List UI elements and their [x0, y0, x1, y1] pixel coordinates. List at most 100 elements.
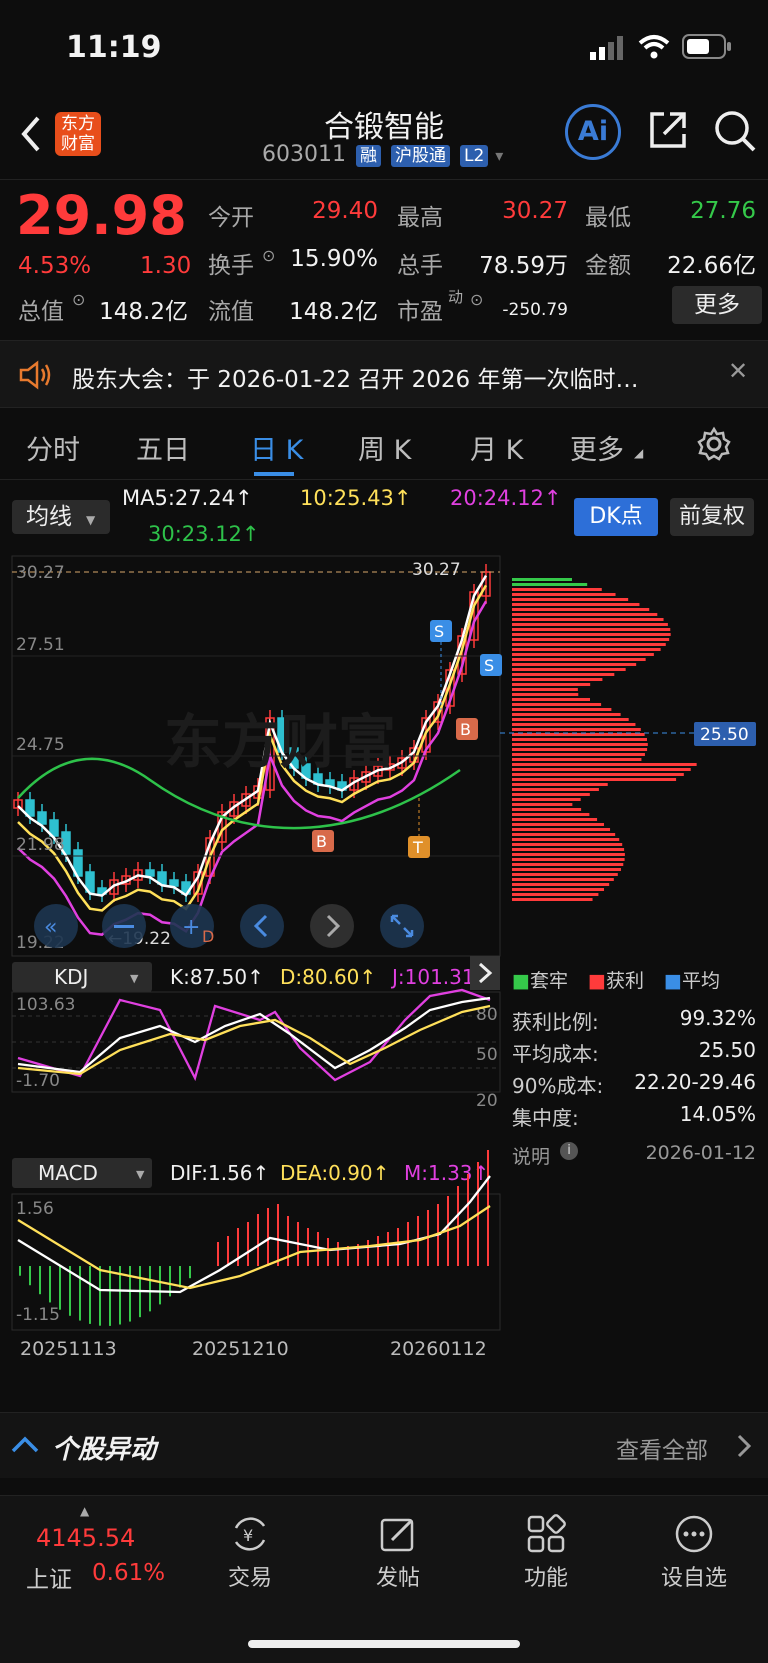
nav-trade[interactable]: 交易: [200, 1560, 300, 1592]
chip-bar: [512, 753, 645, 756]
candle: [37, 811, 47, 825]
fullscreen-button[interactable]: [380, 904, 424, 948]
chip-bar: [512, 718, 629, 721]
chip-bar: [512, 873, 618, 876]
status-time: 11:19: [66, 30, 162, 65]
chip-bar: [512, 798, 581, 801]
chip-bar: [512, 818, 598, 821]
adjust-button[interactable]: 前复权: [670, 498, 754, 536]
chip-bar: [512, 778, 677, 781]
tab-monthly[interactable]: 月 K: [470, 428, 523, 467]
period-tabs: 分时 五日 日 K 周 K 月 K 更多 ◢: [0, 410, 768, 480]
info-icon[interactable]: i: [560, 1142, 578, 1160]
tab-indicator: [254, 472, 294, 476]
float-label: 流值: [208, 299, 254, 325]
speaker-icon: [19, 360, 51, 390]
kdj-lines: [17, 988, 491, 1082]
tab-daily[interactable]: 日 K: [250, 428, 303, 467]
gear-icon[interactable]: [696, 426, 732, 462]
info-icon[interactable]: ⊙: [262, 246, 275, 265]
chip-bar: [512, 703, 602, 706]
svg-text:▼: ▼: [130, 972, 139, 985]
chip-bar: [512, 698, 591, 701]
ma20-value: 20:24.12↑: [450, 486, 562, 510]
low-value: 27.76: [690, 198, 756, 224]
nav-post[interactable]: 发帖: [348, 1560, 448, 1592]
tab-weekly[interactable]: 周 K: [358, 428, 411, 467]
macd-dea: DEA:0.90↑: [280, 1161, 389, 1185]
nav-function[interactable]: 功能: [496, 1560, 596, 1592]
high-value: 30.27: [502, 198, 568, 224]
more-dots-icon: [675, 1515, 713, 1553]
pe-value: -250.79: [502, 300, 568, 320]
svg-text:D: D: [202, 927, 214, 946]
chip-bar: [512, 788, 599, 791]
chip-bar: [512, 613, 658, 616]
index-name[interactable]: 上证: [26, 1560, 72, 1594]
expand-side-button[interactable]: [470, 956, 500, 990]
bottom-nav: ▲ 4145.54 上证 0.61% ¥ 交易 发帖 功能 设自选: [0, 1495, 768, 1663]
chip-legend: ■套牢 ■获利 ■平均: [512, 970, 720, 992]
chip-bar: [512, 888, 605, 891]
kdj-d: D:80.60↑: [280, 965, 376, 989]
chip-bar: [512, 828, 611, 831]
indicator-selector[interactable]: 均线 ▼: [12, 500, 110, 534]
index-pct[interactable]: 0.61%: [92, 1560, 165, 1586]
trade-icon: ¥: [234, 1517, 266, 1551]
tab-more[interactable]: 更多: [570, 428, 624, 467]
tab-intraday[interactable]: 分时: [26, 428, 80, 467]
movement-bar[interactable]: 个股异动 查看全部: [0, 1412, 768, 1478]
svg-text:¥: ¥: [243, 1526, 253, 1545]
prev-button[interactable]: [240, 904, 284, 948]
tab-5day[interactable]: 五日: [136, 428, 190, 467]
volume-value: 78.59万: [479, 253, 568, 279]
change-pct: 4.53%: [18, 253, 92, 279]
chip-bar: [512, 863, 624, 866]
chip-bar: [512, 598, 629, 601]
more-quote-button[interactable]: 更多: [672, 286, 762, 324]
macd-m: M:1.33↑: [404, 1161, 489, 1185]
chevron-down-icon[interactable]: ▾: [495, 146, 503, 165]
amount-label: 金额: [585, 253, 631, 279]
notice-bar[interactable]: 股东大会：于 2026-01-22 召开 2026 年第一次临时… ✕: [0, 340, 768, 408]
chip-bar: [512, 758, 642, 761]
pe-sup: 动: [448, 288, 464, 306]
chip-distribution: [512, 578, 697, 901]
view-all-link[interactable]: 查看全部: [616, 1431, 708, 1465]
index-value[interactable]: 4145.54: [36, 1524, 135, 1552]
chevron-down-icon: ◢: [634, 446, 644, 460]
dif-line: [17, 1175, 491, 1294]
chart-nav[interactable]: « +: [34, 904, 424, 948]
avg-cost-tag: 25.50: [700, 725, 749, 745]
chip-bar: [512, 603, 640, 606]
svg-text:103.63: 103.63: [16, 995, 75, 1015]
chip-bar: [512, 658, 646, 661]
dk-point-button[interactable]: DK点: [574, 498, 658, 536]
chip-bar: [512, 843, 623, 846]
chip-bar: [512, 673, 615, 676]
svg-text:B: B: [460, 720, 471, 739]
chip-bar: [512, 833, 616, 836]
stock-code: 603011: [262, 142, 346, 167]
amount-value: 22.66亿: [667, 253, 756, 279]
nav-watchlist[interactable]: 设自选: [644, 1560, 744, 1592]
share-icon[interactable]: [646, 108, 690, 152]
ai-button[interactable]: Ai: [565, 104, 621, 160]
next-button[interactable]: [310, 904, 354, 948]
minus-icon: [114, 925, 134, 928]
grid-icon: [527, 1514, 566, 1553]
chip-bar: [512, 893, 599, 896]
search-icon[interactable]: [712, 108, 758, 154]
mcap-label: 总值: [18, 299, 64, 325]
chip-bar: [512, 848, 625, 851]
close-icon[interactable]: ✕: [728, 357, 748, 385]
double-left-icon: «: [44, 915, 57, 940]
svg-text:S: S: [434, 622, 444, 641]
chip-bar: [512, 763, 697, 766]
info-icon[interactable]: ⊙: [72, 290, 85, 309]
stock-code-row: 603011 融 沪股通 L2 ▾: [262, 142, 503, 167]
kdj-line: [17, 988, 491, 1082]
open-value: 29.40: [312, 198, 378, 224]
chip-bar: [512, 628, 671, 631]
chevron-up-icon[interactable]: [10, 1433, 40, 1457]
